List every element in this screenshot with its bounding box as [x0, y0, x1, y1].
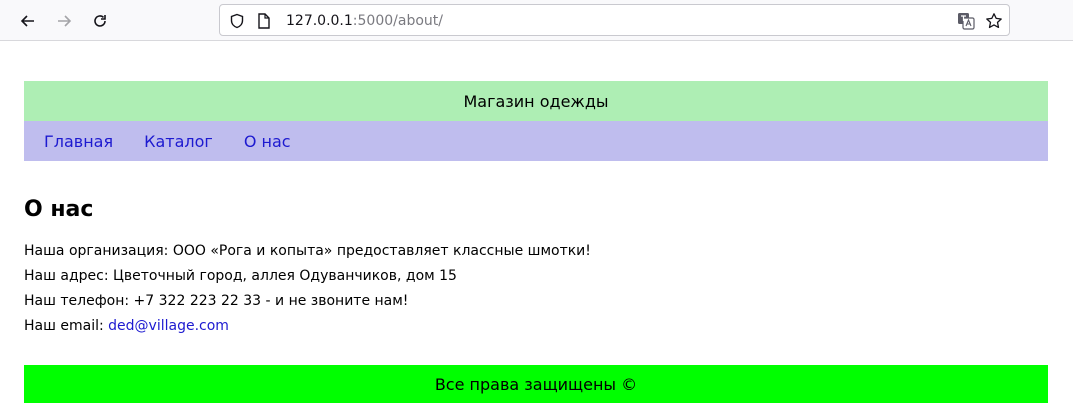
url-host: 127.0.0.1	[286, 13, 353, 29]
main-content: О нас Наша организация: ООО «Рога и копы…	[24, 161, 1048, 339]
site-title: Магазин одежды	[463, 91, 609, 111]
reload-button[interactable]	[87, 8, 113, 34]
page-icon[interactable]	[255, 12, 273, 30]
nav-link-about[interactable]: О нас	[244, 132, 291, 151]
address-text: Наш адрес: Цветочный город, аллея Одуван…	[24, 268, 457, 284]
translate-icon[interactable]	[957, 12, 975, 30]
reload-icon	[94, 15, 106, 27]
email-line: Наш email: ded@village.com	[24, 314, 1048, 339]
nav-link-catalog[interactable]: Каталог	[144, 132, 213, 151]
email-link[interactable]: ded@village.com	[108, 318, 229, 334]
footer-text: Все права защищены ©	[434, 374, 638, 394]
site-footer: Все права защищены ©	[24, 365, 1048, 403]
back-button[interactable]	[15, 8, 41, 34]
email-label: Наш email:	[24, 318, 104, 334]
url-path: :5000/about/	[352, 13, 443, 29]
phone-text: Наш телефон: +7 322 223 22 33 - и не зво…	[24, 293, 409, 309]
arrow-right-icon	[58, 15, 72, 27]
star-icon[interactable]	[985, 12, 1003, 30]
site-header: Магазин одежды	[24, 81, 1048, 121]
browser-toolbar: 127.0.0.1:5000/about/	[0, 0, 1073, 41]
site-nav: Главная Каталог О нас	[24, 121, 1048, 161]
page-title: О нас	[24, 197, 94, 222]
page-container: Магазин одежды Главная Каталог О нас О н…	[24, 81, 1048, 339]
address-bar[interactable]: 127.0.0.1:5000/about/	[219, 4, 1010, 36]
url-text[interactable]: 127.0.0.1:5000/about/	[286, 12, 443, 30]
forward-button[interactable]	[51, 8, 77, 34]
nav-link-home[interactable]: Главная	[44, 132, 113, 151]
arrow-left-icon	[20, 15, 34, 27]
shield-icon[interactable]	[228, 12, 246, 30]
org-text: Наша организация: ООО «Рога и копыта» пр…	[24, 243, 591, 259]
